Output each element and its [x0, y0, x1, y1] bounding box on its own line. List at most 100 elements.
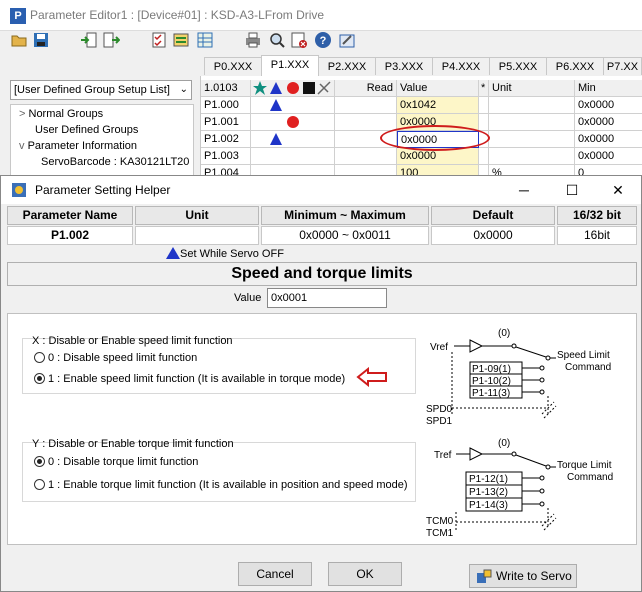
- help-icon[interactable]: ?: [314, 31, 332, 49]
- tree-item-label: Parameter Information: [27, 140, 137, 152]
- speed-limit-group-label: X : Disable or Enable speed limit functi…: [32, 335, 233, 347]
- tree-item-label: Normal Groups: [28, 108, 104, 120]
- speed-limit-option-1[interactable]: 1 : Enable speed limit function (It is a…: [34, 373, 345, 385]
- diagram-zero-label: (0): [498, 328, 510, 339]
- write-to-servo-label: Write to Servo: [496, 569, 572, 583]
- grid-unit-cell: [489, 114, 575, 131]
- star-icon: [253, 81, 267, 95]
- search-icon[interactable]: [268, 31, 286, 49]
- cancel-button[interactable]: Cancel: [238, 562, 312, 586]
- save-icon[interactable]: [32, 31, 50, 49]
- svg-text:?: ?: [320, 35, 327, 47]
- grid-header-value: Value: [397, 80, 479, 97]
- grid-param-cell[interactable]: P1.000: [201, 97, 251, 114]
- radio-button[interactable]: [34, 479, 45, 490]
- tab-p3[interactable]: P3.XXX: [375, 57, 433, 75]
- checklist-icon[interactable]: [150, 31, 168, 49]
- radio-button-selected[interactable]: [34, 373, 45, 384]
- tree-item-user-groups[interactable]: User Defined Groups: [35, 124, 138, 136]
- grid-param-cell[interactable]: P1.003: [201, 148, 251, 165]
- grid-param-cell[interactable]: P1.001: [201, 114, 251, 131]
- group-setup-dropdown[interactable]: [User Defined Group Setup List] ⌄: [10, 80, 192, 100]
- unit-value: [135, 226, 259, 245]
- grid-read-cell: [335, 97, 397, 114]
- value-input[interactable]: 0x0001: [267, 288, 387, 308]
- close-button[interactable]: ✕: [603, 180, 633, 200]
- tab-p7[interactable]: P7.XX: [603, 57, 642, 75]
- chevron-down-icon: ⌄: [179, 84, 188, 95]
- bit-value: 16bit: [557, 226, 637, 245]
- torque-limit-group-label: Y : Disable or Enable torque limit funct…: [32, 438, 234, 450]
- open-folder-icon[interactable]: [10, 31, 28, 49]
- option-label: 0 : Disable speed limit function: [48, 352, 198, 364]
- tab-p5[interactable]: P5.XXX: [489, 57, 547, 75]
- col-header-unit: Unit: [135, 206, 259, 225]
- tab-p2[interactable]: P2.XXX: [318, 57, 376, 75]
- grid-unit-cell: [489, 131, 575, 148]
- grid-param-cell[interactable]: P1.002: [201, 131, 251, 148]
- torque-limit-option-0[interactable]: 0 : Disable torque limit function: [34, 456, 198, 468]
- table-icon[interactable]: [196, 31, 214, 49]
- main-window-title: Parameter Editor1 : [Device#01] : KSD-A3…: [30, 8, 325, 22]
- tree-item-servo-barcode[interactable]: ServoBarcode : KA30121LT20: [41, 156, 189, 168]
- diagram-param-label: P1-11(3): [472, 388, 510, 399]
- main-title-bar: P Parameter Editor1 : [Device#01] : KSD-…: [0, 0, 642, 31]
- tab-p6[interactable]: P6.XXX: [546, 57, 604, 75]
- tools-icon[interactable]: [338, 31, 356, 49]
- grid-header-unit: Unit: [489, 80, 575, 97]
- triangle-icon: [270, 99, 282, 111]
- tab-p4[interactable]: P4.XXX: [432, 57, 490, 75]
- diagram-param-label: P1-10(2): [472, 376, 511, 387]
- tab-p1[interactable]: P1.XXX: [261, 55, 319, 76]
- square-icon: [303, 82, 315, 94]
- grid-star-cell: [479, 148, 489, 165]
- tree-item-normal-groups[interactable]: > Normal Groups: [19, 108, 103, 120]
- write-to-servo-button[interactable]: Write to Servo: [469, 564, 577, 588]
- diagram-zero-label: (0): [498, 438, 510, 449]
- group-icon[interactable]: [172, 31, 190, 49]
- export-icon[interactable]: [102, 31, 121, 49]
- triangle-icon: [166, 247, 180, 259]
- ok-button[interactable]: OK: [328, 562, 402, 586]
- parameter-heading: Speed and torque limits: [7, 262, 637, 286]
- diagram-param-label: P1-12(1): [469, 474, 508, 485]
- highlight-ellipse: [380, 125, 490, 151]
- diagram-output-label-1: Speed Limit: [557, 350, 610, 361]
- tree-item-label: User Defined Groups: [35, 124, 139, 136]
- grid-unit-cell: [489, 97, 575, 114]
- print-icon[interactable]: [244, 31, 262, 49]
- default-value: 0x0000: [431, 226, 555, 245]
- radio-button[interactable]: [34, 352, 45, 363]
- options-panel: X : Disable or Enable speed limit functi…: [7, 313, 637, 545]
- minimize-button[interactable]: ─: [509, 180, 539, 200]
- grid-min-cell: 0x0000: [575, 97, 642, 114]
- diagram-select-label-2: TCM1: [426, 528, 454, 539]
- grid-header-markers: [251, 80, 335, 97]
- grid-unit-cell: [489, 148, 575, 165]
- tree-item-parameter-information[interactable]: v Parameter Information: [19, 140, 137, 152]
- settings-icon[interactable]: [290, 31, 308, 49]
- parameter-setting-helper-dialog: Parameter Setting Helper ─ ☐ ✕ Parameter…: [0, 175, 642, 592]
- grid-read-cell: [335, 148, 397, 165]
- chevron-down-icon[interactable]: v: [19, 140, 25, 152]
- grid-read-cell: [335, 114, 397, 131]
- import-icon[interactable]: [80, 31, 98, 49]
- grid-marker-cell: [251, 97, 335, 114]
- grid-value-cell[interactable]: 0x1042: [397, 97, 479, 114]
- radio-button-selected[interactable]: [34, 456, 45, 467]
- parameter-tabs: P0.XXX P1.XXX P2.XXX P3.XXX P4.XXX P5.XX…: [200, 55, 642, 76]
- tree-item-label: ServoBarcode : KA30121LT20: [41, 156, 190, 168]
- diagram-output-label-2: Command: [565, 362, 611, 373]
- torque-limit-option-1[interactable]: 1 : Enable torque limit function (It is …: [34, 479, 408, 491]
- toolbar: ?: [0, 30, 642, 52]
- col-header-default: Default: [431, 206, 555, 225]
- speed-limit-option-0[interactable]: 0 : Disable speed limit function: [34, 352, 197, 364]
- chevron-right-icon[interactable]: >: [19, 108, 25, 120]
- grid-header-min: Min: [575, 80, 642, 97]
- diagram-input-label: Tref: [434, 450, 452, 461]
- app-icon: P: [10, 8, 26, 24]
- grid-min-cell: 0x0000: [575, 148, 642, 165]
- maximize-button[interactable]: ☐: [557, 180, 587, 200]
- parameter-editor-window: P Parameter Editor1 : [Device#01] : KSD-…: [0, 0, 642, 176]
- tab-p0[interactable]: P0.XXX: [204, 57, 262, 75]
